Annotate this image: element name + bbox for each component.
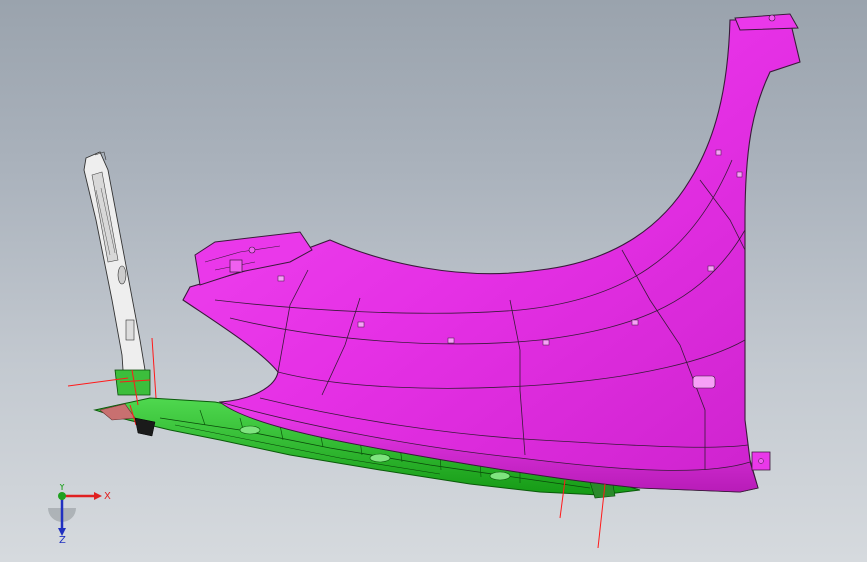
cad-viewport[interactable]: X Y Z [0, 0, 867, 562]
y-axis-label: Y [58, 484, 66, 493]
y-axis-dot [58, 492, 66, 500]
x-axis-label: X [104, 491, 111, 502]
pillar-bracket[interactable] [83, 151, 151, 396]
fender-panel[interactable] [182, 13, 801, 493]
z-axis-label: Z [59, 535, 66, 544]
axis-triad: X Y Z [48, 484, 111, 544]
model-scene[interactable] [0, 0, 867, 562]
